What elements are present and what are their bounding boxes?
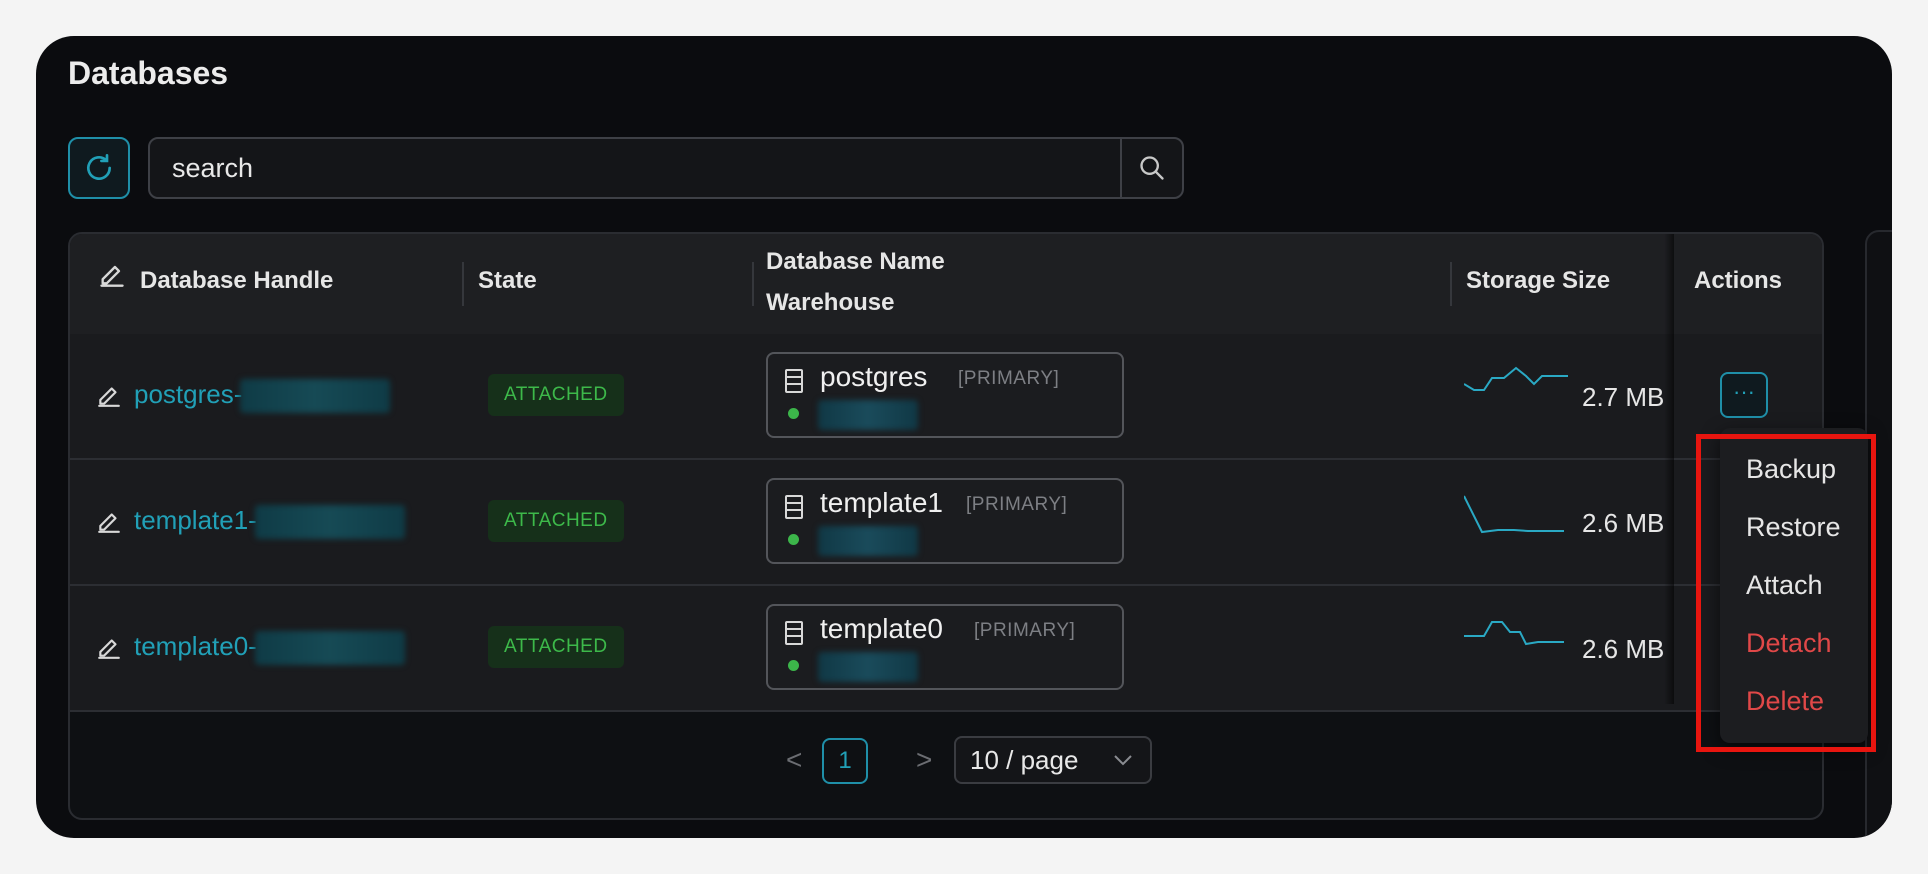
next-page-button[interactable]: > bbox=[916, 744, 932, 776]
chevron-down-icon bbox=[1114, 755, 1132, 766]
table-row: template0- ATTACHED template0 [PRIMARY] … bbox=[70, 586, 1822, 712]
edit-icon[interactable] bbox=[96, 508, 122, 534]
database-icon bbox=[785, 621, 803, 645]
storage-size: 2.6 MB bbox=[1582, 508, 1665, 538]
more-icon: ··· bbox=[1733, 379, 1755, 404]
search-button[interactable] bbox=[1120, 139, 1182, 197]
search-input[interactable] bbox=[150, 139, 1120, 197]
page-number-current[interactable]: 1 bbox=[822, 738, 868, 784]
page-size-select[interactable]: 10 / page bbox=[954, 736, 1152, 784]
column-divider bbox=[462, 262, 464, 306]
redacted-warehouse bbox=[818, 652, 918, 682]
menu-item-detach[interactable]: Detach bbox=[1746, 628, 1832, 659]
column-divider bbox=[752, 262, 754, 306]
database-name: postgres bbox=[820, 361, 928, 392]
column-handle: Database Handle bbox=[140, 267, 334, 294]
page-title: Databases bbox=[68, 55, 229, 91]
redacted-handle bbox=[254, 505, 405, 540]
menu-item-delete[interactable]: Delete bbox=[1746, 686, 1824, 717]
column-divider bbox=[1450, 262, 1452, 306]
database-handle-link[interactable]: postgres- bbox=[134, 379, 391, 414]
role-label: [PRIMARY] bbox=[966, 494, 1068, 515]
redacted-warehouse bbox=[818, 526, 918, 556]
edit-icon[interactable] bbox=[98, 260, 126, 288]
status-badge: ATTACHED bbox=[488, 626, 624, 668]
storage-sparkline bbox=[1464, 366, 1568, 391]
table-header: Database Handle State Database Name Ware… bbox=[70, 234, 1822, 336]
redacted-handle bbox=[240, 379, 391, 414]
database-handle-link[interactable]: template0- bbox=[134, 631, 405, 666]
database-handle-link[interactable]: template1- bbox=[134, 505, 405, 540]
edit-icon[interactable] bbox=[96, 634, 122, 660]
row-actions-button[interactable]: ··· bbox=[1720, 372, 1768, 418]
column-warehouse: Warehouse bbox=[766, 289, 895, 316]
database-icon bbox=[785, 369, 803, 393]
column-state: State bbox=[478, 267, 537, 294]
app-window: Databases Database Handle State Datab bbox=[36, 36, 1892, 838]
refresh-button[interactable] bbox=[68, 137, 130, 199]
redacted-handle bbox=[254, 631, 405, 666]
databases-table: Database Handle State Database Name Ware… bbox=[68, 232, 1824, 820]
handle-prefix: template0- bbox=[134, 631, 257, 661]
pagination: < 1 > 10 / page bbox=[70, 706, 1822, 818]
redacted-warehouse bbox=[818, 400, 918, 430]
database-card: template1 [PRIMARY] bbox=[766, 478, 1124, 564]
menu-item-backup[interactable]: Backup bbox=[1746, 454, 1836, 485]
table-row: postgres- ATTACHED postgres [PRIMARY] 2.… bbox=[70, 334, 1822, 460]
prev-page-button[interactable]: < bbox=[786, 744, 802, 776]
database-name: template0 bbox=[820, 613, 943, 644]
status-badge: ATTACHED bbox=[488, 500, 624, 542]
menu-item-restore[interactable]: Restore bbox=[1746, 512, 1841, 543]
handle-prefix: template1- bbox=[134, 505, 257, 535]
search-icon bbox=[1140, 156, 1164, 180]
warehouse-status-dot bbox=[788, 408, 799, 419]
status-badge: ATTACHED bbox=[488, 374, 624, 416]
database-name: template1 bbox=[820, 487, 943, 518]
table-row: template1- ATTACHED template1 [PRIMARY] … bbox=[70, 460, 1822, 586]
column-actions: Actions bbox=[1694, 267, 1783, 294]
menu-item-attach[interactable]: Attach bbox=[1746, 570, 1823, 601]
storage-size: 2.6 MB bbox=[1582, 634, 1665, 664]
warehouse-status-dot bbox=[788, 660, 799, 671]
handle-prefix: postgres- bbox=[134, 379, 243, 409]
refresh-icon bbox=[87, 154, 111, 180]
edit-icon[interactable] bbox=[96, 382, 122, 408]
storage-sparkline bbox=[1464, 495, 1564, 534]
storage-size: 2.7 MB bbox=[1582, 382, 1665, 412]
page-size-value: 10 / page bbox=[970, 745, 1079, 775]
storage-sparkline bbox=[1464, 621, 1564, 646]
row-actions-menu: Backup Restore Attach Detach Delete bbox=[1720, 428, 1868, 743]
side-panel-edge bbox=[1865, 230, 1892, 838]
role-label: [PRIMARY] bbox=[974, 620, 1076, 641]
sticky-column-shadow bbox=[1664, 234, 1674, 704]
search-bar bbox=[148, 137, 1184, 199]
database-card: postgres [PRIMARY] bbox=[766, 352, 1124, 438]
database-icon bbox=[785, 495, 803, 519]
database-card: template0 [PRIMARY] bbox=[766, 604, 1124, 690]
role-label: [PRIMARY] bbox=[958, 368, 1060, 389]
column-storage: Storage Size bbox=[1466, 267, 1611, 294]
warehouse-status-dot bbox=[788, 534, 799, 545]
column-db-name: Database Name bbox=[766, 248, 945, 275]
